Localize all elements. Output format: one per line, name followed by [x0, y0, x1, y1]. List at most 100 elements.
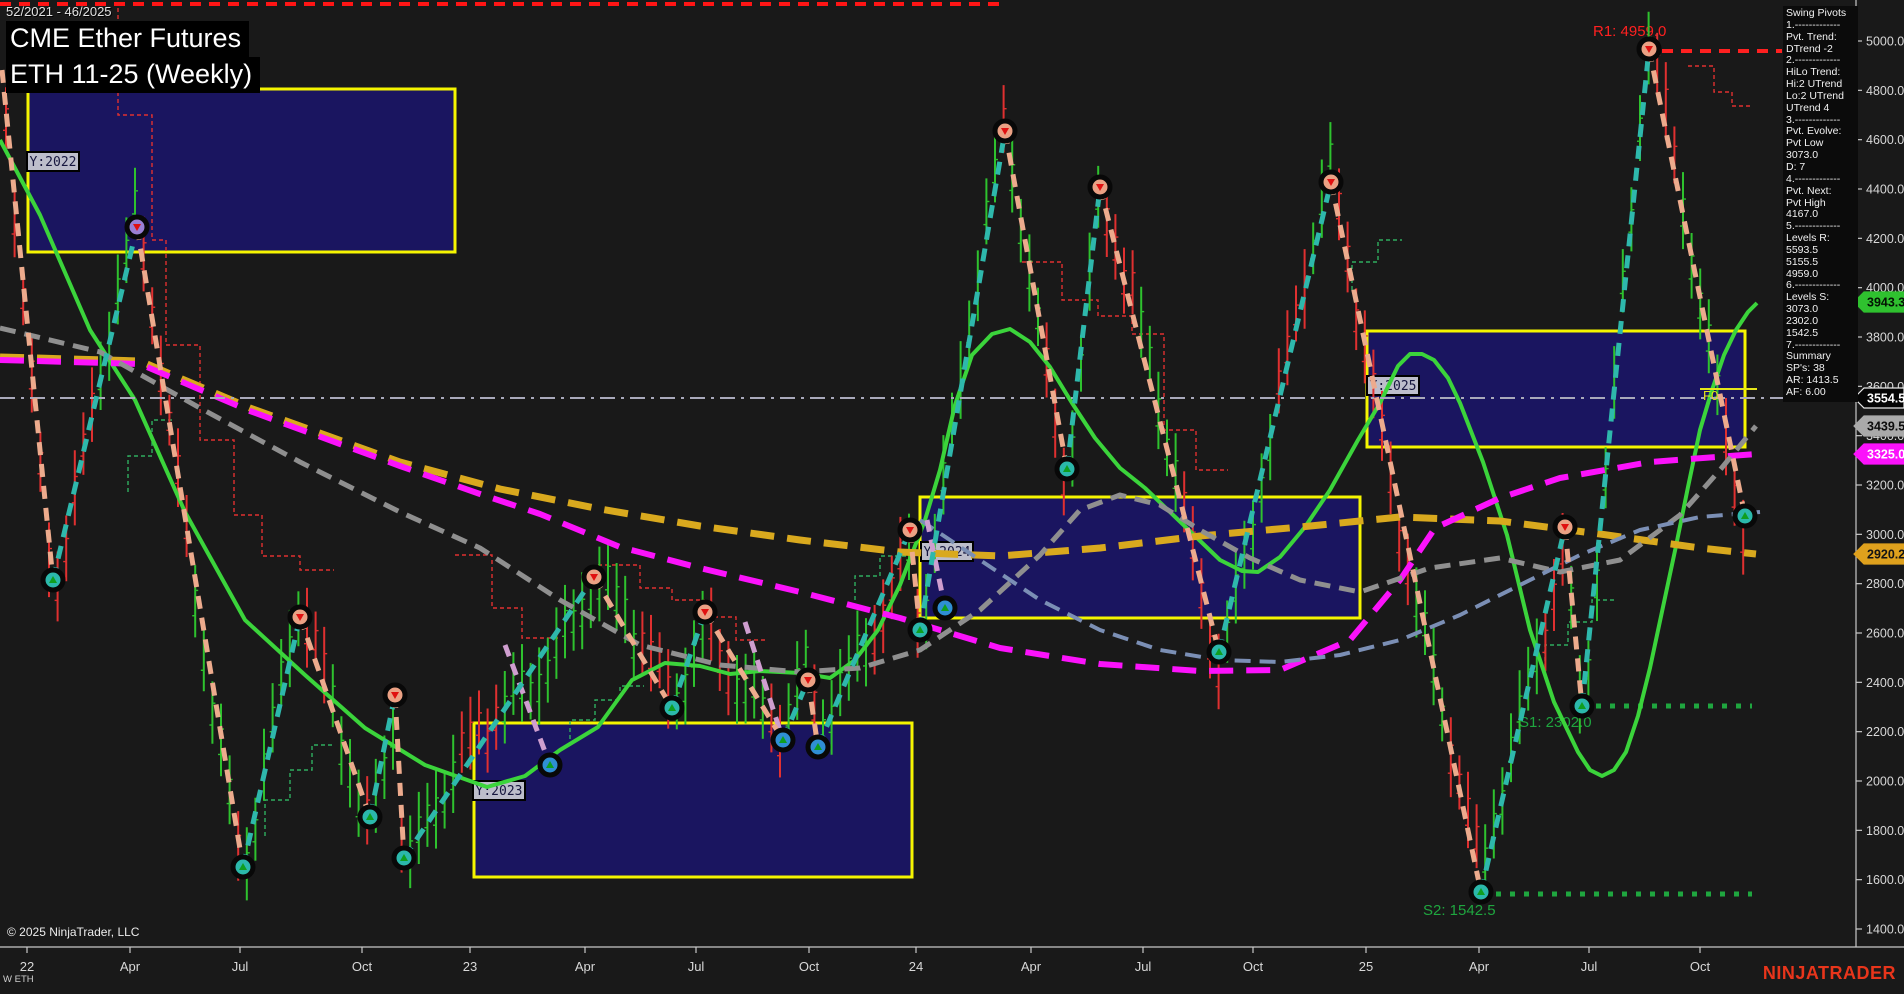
panel-line: 3073.0	[1786, 150, 1819, 162]
time-axis-label: Oct	[1243, 959, 1264, 974]
panel-line: Pvt. Trend:	[1786, 31, 1837, 43]
pivot-high-marker	[581, 564, 607, 590]
panel-line: Pvt Low	[1786, 138, 1824, 150]
pivot-low-marker	[230, 854, 256, 880]
price-axis-label: 5000.0	[1866, 35, 1904, 49]
zigzag-leg-up	[240, 616, 303, 868]
svg-text:R1: 4959.0: R1: 4959.0	[1593, 23, 1666, 40]
panel-line: Lo:2 UTrend	[1786, 90, 1844, 102]
price-chart[interactable]: Y:2022Y:2023Y:2024Y:2025R1: 4959.0S1: 23…	[0, 0, 1904, 994]
zigzag-leg-up	[367, 694, 398, 818]
year-box: Y:2023	[472, 721, 914, 879]
instrument-label: W ETH	[3, 974, 34, 985]
panel-line: AF: 6.00	[1786, 387, 1826, 398]
pivot-low-marker	[770, 727, 796, 753]
time-axis-label: Jul	[1581, 959, 1598, 974]
price-axis-label: 3200.0	[1866, 479, 1904, 493]
pivot-low-marker	[357, 804, 383, 830]
time-axis-label: Oct	[1690, 959, 1711, 974]
time-axis-label: Jul	[232, 959, 249, 974]
panel-line: 4959.0	[1786, 268, 1819, 280]
zigzag-leg-down	[134, 226, 246, 868]
level-line-r1: R1: 4959.0	[1593, 23, 1782, 53]
copyright-label: © 2025 NinjaTrader, LLC	[7, 925, 140, 939]
panel-line: 2.-------------	[1786, 55, 1841, 67]
price-axis-label: 3000.0	[1866, 528, 1904, 542]
stop-step-line	[264, 744, 334, 836]
year-box-label: Y:2022	[26, 151, 80, 172]
panel-line: 2302.0	[1786, 315, 1819, 327]
zigzag-leg-up	[50, 226, 140, 581]
year-box: Y:2025	[1365, 329, 1747, 449]
panel-line: Levels S:	[1786, 292, 1830, 304]
pivot-low-marker	[1468, 879, 1494, 905]
pivot-high-marker	[795, 667, 821, 693]
time-axis-label: Apr	[1021, 959, 1042, 974]
panel-line: 5.-------------	[1786, 221, 1841, 233]
price-axis-label: 1400.0	[1866, 923, 1904, 937]
price-axis[interactable]: 5000.04800.04600.04400.04200.04000.03800…	[1856, 35, 1904, 937]
panel-line: UTrend 4	[1786, 102, 1830, 114]
time-axis-label: 24	[909, 959, 923, 974]
panel-line: 5593.5	[1786, 244, 1819, 256]
chart-window: Y:2022 Y:2023 Y:2024 Y:2025 R1: 4959.0 S1: 23…	[0, 0, 1904, 994]
price-axis-label: 2600.0	[1866, 627, 1904, 641]
pivot-high-marker	[1318, 169, 1344, 195]
pivot-high-marker	[897, 517, 923, 543]
pivot-low-marker	[537, 752, 563, 778]
price-axis-label: 4600.0	[1866, 133, 1904, 147]
svg-text:3554.5: 3554.5	[1867, 392, 1904, 406]
pivot-high-marker	[382, 682, 408, 708]
panel-line: 1542.5	[1786, 327, 1819, 339]
time-axis-label: Apr	[1469, 959, 1490, 974]
pivot-low-marker	[1569, 693, 1595, 719]
price-axis-label: 2400.0	[1866, 676, 1904, 690]
ninjatrader-logo: NINJATRADER	[1762, 963, 1896, 983]
time-axis-label: Oct	[352, 959, 373, 974]
panel-line: D: 7	[1786, 161, 1806, 173]
svg-text:Y:2022: Y:2022	[30, 155, 77, 170]
time-axis-label: Oct	[799, 959, 820, 974]
time-axis-label: Apr	[575, 959, 596, 974]
date-range-label: 52/2021 - 46/2025	[6, 4, 112, 19]
time-axis[interactable]: 22 Apr Jul Oct 23 Apr Jul Oct 24 Apr Jul Oct 25 Apr Ju…	[20, 947, 1711, 974]
price-axis-label: 4200.0	[1866, 232, 1904, 246]
panel-line: AR: 1413.5	[1786, 375, 1839, 387]
svg-text:2920.2: 2920.2	[1867, 548, 1904, 562]
pivot-high-marker	[1552, 514, 1578, 540]
time-axis-label: Apr	[120, 959, 141, 974]
panel-line: 4167.0	[1786, 209, 1819, 221]
zigzag-leg-down	[392, 694, 407, 859]
swing-pivots-panel: Swing Pivots 1.------------- Pvt. Trend: DT…	[1783, 6, 1858, 402]
panel-line: 4.-------------	[1786, 173, 1841, 185]
svg-text:3325.0: 3325.0	[1867, 448, 1904, 462]
price-axis-label: 4800.0	[1866, 84, 1904, 98]
pivot-high-marker	[1636, 36, 1662, 62]
stop-step-line	[1351, 239, 1402, 290]
panel-line: DTrend -2	[1786, 43, 1833, 55]
pivot-low-marker	[659, 695, 685, 721]
time-axis-label: Jul	[688, 959, 705, 974]
price-axis-label: 1600.0	[1866, 873, 1904, 887]
price-tag: 3943.3	[1853, 291, 1904, 313]
chart-title: CME Ether Futures	[6, 21, 250, 58]
pivot-high-marker	[124, 214, 150, 240]
pivot-low-marker	[40, 567, 66, 593]
time-axis-label: Jul	[1135, 959, 1152, 974]
panel-line: Summary	[1786, 351, 1831, 363]
panel-line: Levels R:	[1786, 233, 1830, 245]
year-box: Y:2022	[26, 87, 457, 254]
zigzag-leg-down	[297, 616, 373, 818]
pivot-low-marker	[1054, 456, 1080, 482]
time-axis-label: 25	[1359, 959, 1373, 974]
pivot-high-marker	[1087, 174, 1113, 200]
price-tag: 3325.0	[1853, 443, 1904, 465]
panel-line: Pvt. Evolve:	[1786, 126, 1842, 138]
zigzag-leg-down	[1002, 130, 1070, 470]
price-axis-label: 4400.0	[1866, 183, 1904, 197]
svg-text:3439.5: 3439.5	[1867, 420, 1904, 434]
pivot-high-marker	[287, 604, 313, 630]
pivot-low-marker	[907, 617, 933, 643]
price-tag: 3439.5	[1853, 415, 1904, 437]
panel-line: 3.-------------	[1786, 114, 1841, 126]
